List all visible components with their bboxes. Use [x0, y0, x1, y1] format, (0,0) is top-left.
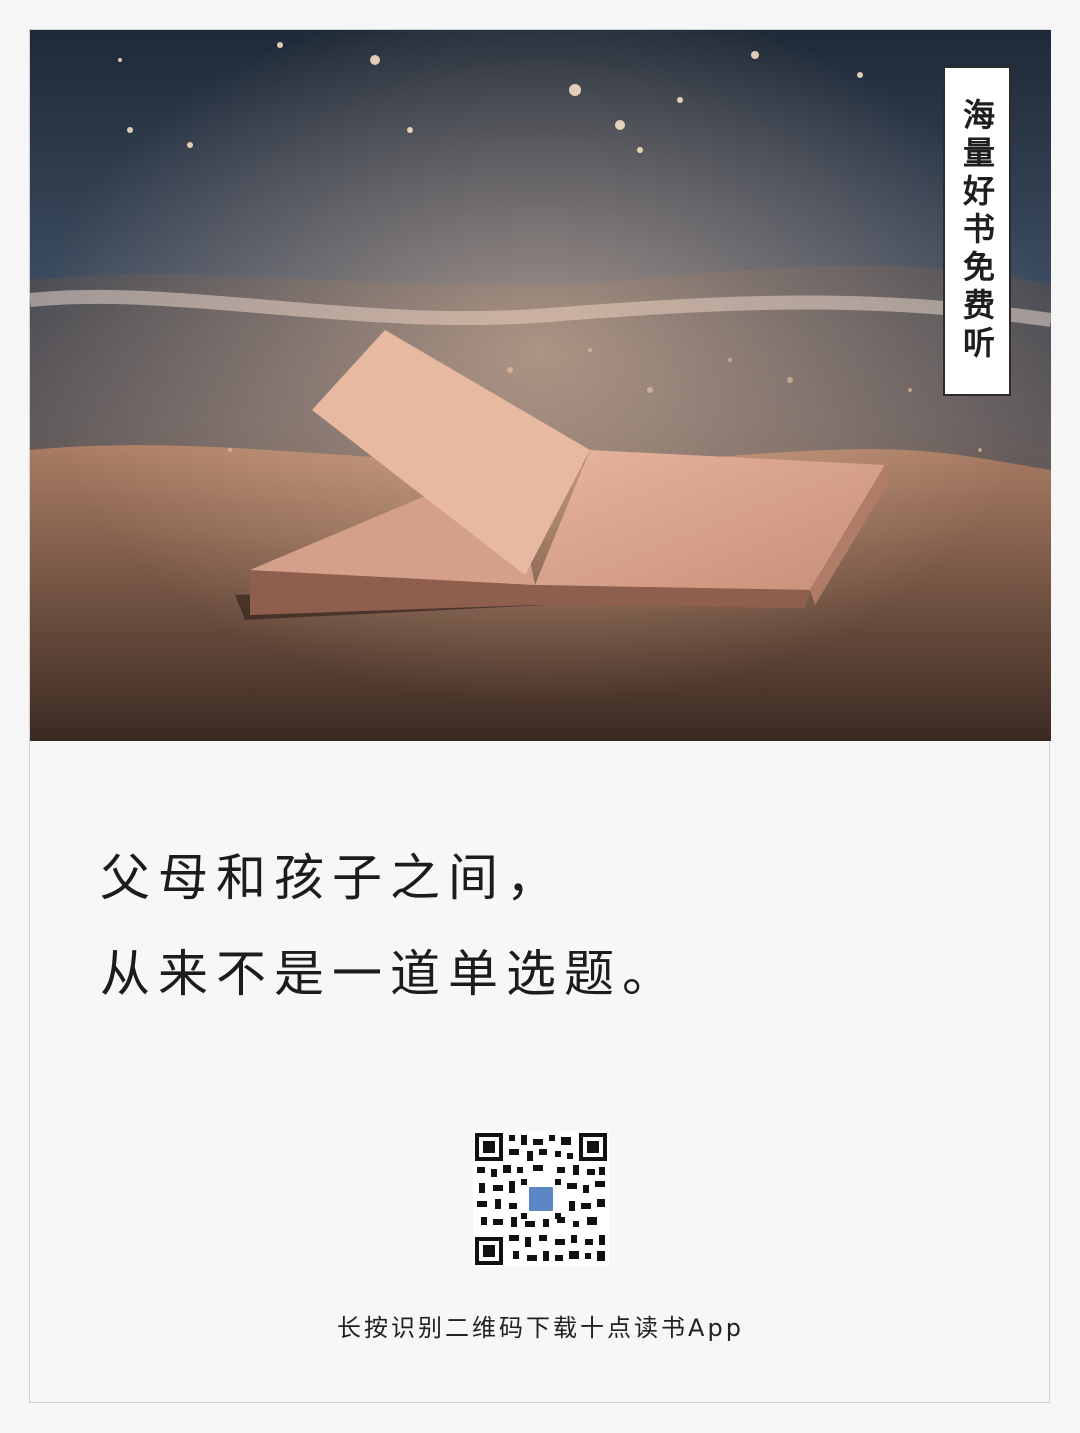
book-on-beach-photo: 海量好书免费听 [30, 30, 1051, 741]
qr-code[interactable] [473, 1131, 609, 1267]
poster-card: 海量好书免费听 父母和孩子之间， 从来不是一道单选题。 长按识别二维码下载十点读… [29, 29, 1051, 1403]
quote-line-1: 父母和孩子之间， [100, 849, 564, 907]
book-on-beach-image [30, 30, 1051, 741]
app-logo-icon [526, 1184, 556, 1214]
free-listening-badge: 海量好书免费听 [943, 66, 1011, 396]
quote-text: 父母和孩子之间， 从来不是一道单选题。 [100, 830, 680, 1022]
quote-line-2: 从来不是一道单选题。 [100, 945, 680, 1003]
badge-text: 海量好书免费听 [958, 98, 996, 364]
download-caption: 长按识别二维码下载十点读书App [337, 1314, 744, 1342]
